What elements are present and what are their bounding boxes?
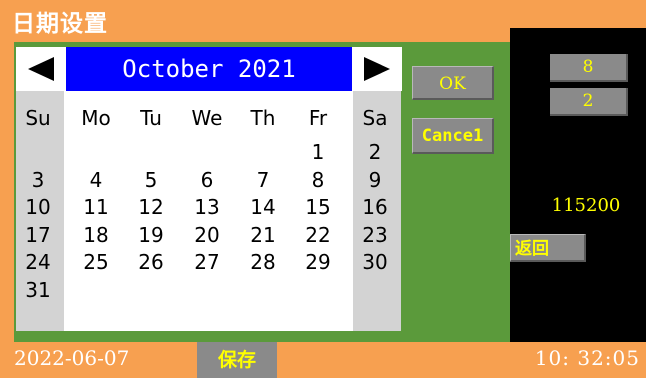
left-triangle-icon <box>28 57 54 81</box>
calendar-day[interactable]: 4 <box>68 167 124 193</box>
weekday-header: Tu <box>140 106 162 130</box>
calendar-day[interactable]: 2 <box>347 139 403 165</box>
weekday-header: Mo <box>81 106 111 130</box>
calendar-day[interactable]: 3 <box>10 167 66 193</box>
next-month-button[interactable] <box>352 47 402 91</box>
right-triangle-icon <box>364 57 390 81</box>
weekday-header: Th <box>250 106 276 130</box>
calendar-day[interactable]: 9 <box>347 167 403 193</box>
calendar-day[interactable]: 22 <box>290 222 346 248</box>
calendar-day[interactable]: 5 <box>123 167 179 193</box>
calendar-day[interactable]: 26 <box>123 249 179 275</box>
calendar-day[interactable]: 20 <box>179 222 235 248</box>
weekday-header: Su <box>25 106 51 130</box>
previous-month-button[interactable] <box>16 47 66 91</box>
value-field-2[interactable]: 2 <box>550 88 628 116</box>
calendar-day[interactable]: 14 <box>235 194 291 220</box>
weekday-header: Sa <box>362 106 388 130</box>
calendar-day[interactable]: 1 <box>290 139 346 165</box>
calendar-day[interactable]: 11 <box>68 194 124 220</box>
baud-rate-value[interactable]: 115200 <box>545 192 627 220</box>
calendar-day[interactable]: 16 <box>347 194 403 220</box>
calendar-day[interactable]: 31 <box>10 277 66 303</box>
calendar-day[interactable]: 12 <box>123 194 179 220</box>
calendar-day[interactable]: 24 <box>10 249 66 275</box>
calendar-day[interactable]: 28 <box>235 249 291 275</box>
save-button[interactable]: 保存 <box>197 342 277 378</box>
calendar-day[interactable]: 25 <box>68 249 124 275</box>
cancel-button[interactable]: Cance1 <box>412 118 494 154</box>
weekday-header: Fr <box>308 106 328 130</box>
calendar-day[interactable]: 23 <box>347 222 403 248</box>
calendar-day[interactable]: 29 <box>290 249 346 275</box>
calendar-day[interactable]: 17 <box>10 222 66 248</box>
calendar-day[interactable]: 13 <box>179 194 235 220</box>
calendar-grid: Su Mo Tu We Th Fr Sa 1 2 3 4 5 6 7 8 9 10 11 12 13 14 15 16 17 1… <box>16 91 401 331</box>
calendar-day[interactable]: 7 <box>235 167 291 193</box>
calendar-day[interactable]: 6 <box>179 167 235 193</box>
weekday-header: We <box>191 106 223 130</box>
current-time: 10: 32:05 <box>534 346 640 370</box>
calendar-day[interactable]: 8 <box>290 167 346 193</box>
back-button[interactable]: 返回 <box>510 234 586 262</box>
calendar-day[interactable]: 30 <box>347 249 403 275</box>
calendar-day[interactable]: 27 <box>179 249 235 275</box>
calendar-day[interactable]: 21 <box>235 222 291 248</box>
month-label: October 2021 <box>122 55 296 83</box>
calendar-day[interactable]: 15 <box>290 194 346 220</box>
calendar-day[interactable]: 10 <box>10 194 66 220</box>
calendar-day[interactable]: 18 <box>68 222 124 248</box>
value-field-1[interactable]: 8 <box>550 54 628 82</box>
ok-button[interactable]: OK <box>412 66 494 100</box>
current-date: 2022-06-07 <box>14 346 130 370</box>
calendar-day[interactable]: 19 <box>123 222 179 248</box>
window-title: 日期设置 <box>12 11 108 37</box>
